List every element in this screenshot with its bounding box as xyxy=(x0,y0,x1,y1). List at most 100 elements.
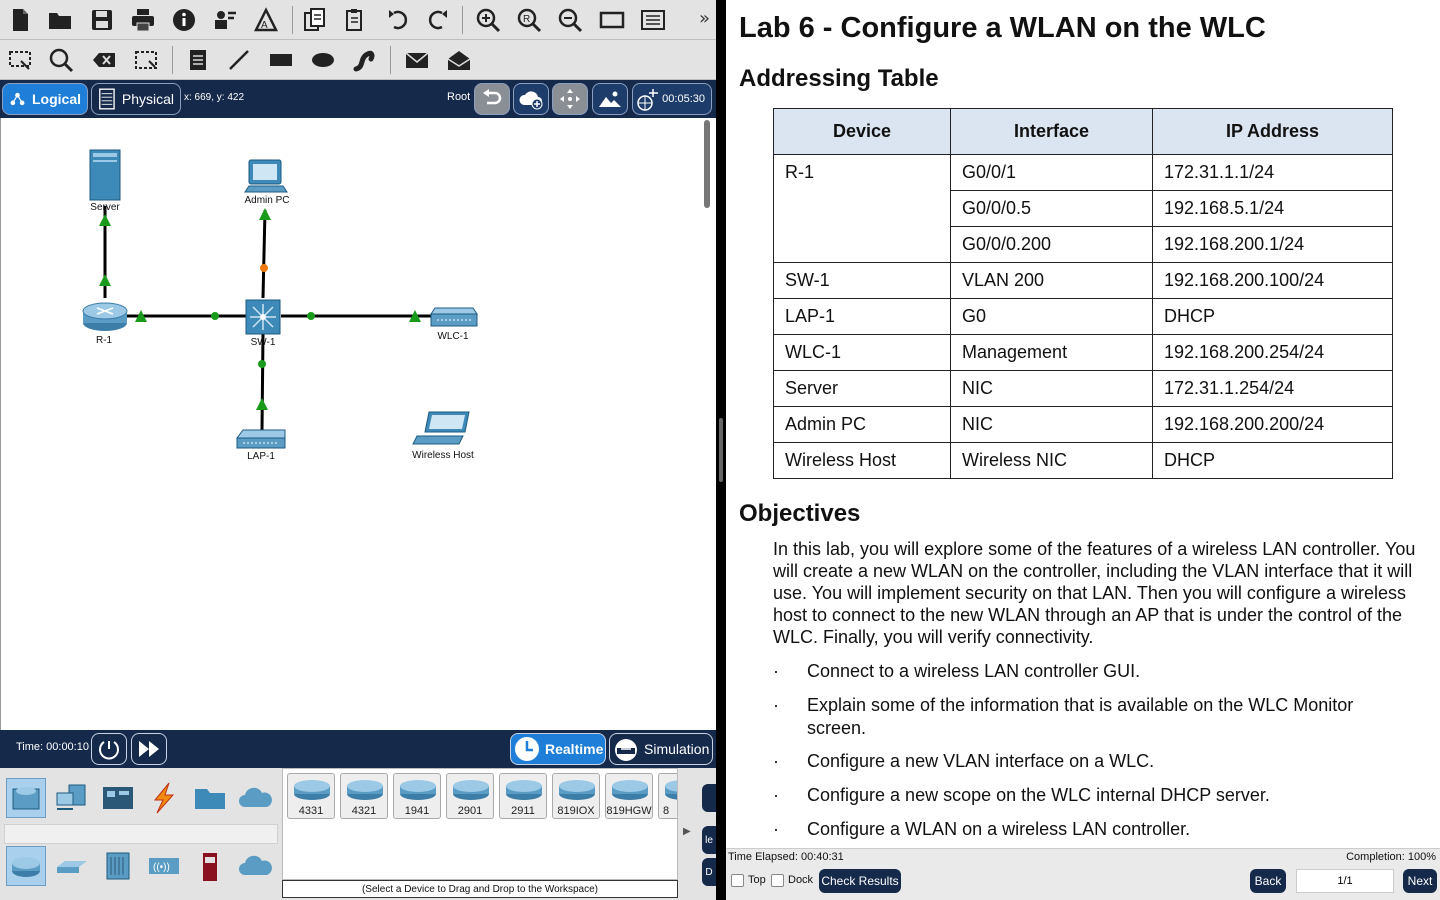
zoom-out-icon[interactable] xyxy=(554,4,586,36)
dock-checkbox[interactable] xyxy=(771,874,784,887)
zoom-in-icon[interactable] xyxy=(472,4,504,36)
drawing-palette-icon[interactable] xyxy=(596,4,628,36)
open-folder-icon[interactable] xyxy=(44,4,76,36)
model-item[interactable]: 2901 xyxy=(446,773,494,819)
back-button[interactable]: Back xyxy=(1250,869,1286,893)
workspace-scrollbar[interactable] xyxy=(704,120,710,208)
server-device-icon[interactable] xyxy=(89,149,121,201)
side-tab[interactable]: le xyxy=(702,826,716,854)
realtime-clock-icon xyxy=(515,737,539,761)
freeform-icon[interactable] xyxy=(348,44,380,76)
interface-cell: G0/0/1 xyxy=(950,154,1153,191)
redo-icon[interactable] xyxy=(422,4,454,36)
model-item[interactable]: 819HGW xyxy=(605,773,653,819)
model-list-scrollbar[interactable]: ▶ xyxy=(680,768,698,900)
mode-bar: Logical Physical x: 669, y: 422 Root 00:… xyxy=(0,80,716,118)
draw-line-icon[interactable] xyxy=(223,44,255,76)
check-results-button[interactable]: Check Results xyxy=(819,869,901,893)
switches-subcategory[interactable] xyxy=(52,846,92,886)
multiuser-category[interactable] xyxy=(236,778,276,818)
access-point-device-icon[interactable] xyxy=(236,429,286,449)
model-item[interactable]: 4321 xyxy=(340,773,388,819)
side-tab[interactable] xyxy=(702,784,716,812)
paste-icon[interactable] xyxy=(340,4,372,36)
side-tab[interactable]: D xyxy=(702,858,716,886)
hubs-subcategory[interactable] xyxy=(98,846,138,886)
connections-category[interactable] xyxy=(144,778,184,818)
place-note-icon[interactable] xyxy=(182,44,214,76)
admin-pc-device-icon[interactable] xyxy=(244,159,288,193)
print-icon[interactable] xyxy=(127,4,159,36)
switch-sw1-device-icon[interactable] xyxy=(245,299,281,335)
miscellaneous-category[interactable] xyxy=(190,778,230,818)
new-cluster-button[interactable] xyxy=(513,83,549,115)
wlc-device-icon[interactable] xyxy=(430,307,478,327)
model-item[interactable]: 2911 xyxy=(499,773,547,819)
realtime-mode-button[interactable]: Realtime xyxy=(510,733,606,765)
model-item[interactable]: 8 xyxy=(658,773,677,819)
draw-ellipse-icon[interactable] xyxy=(307,44,339,76)
logical-workspace[interactable]: Server Admin PC R-1 SW-1 WLC-1 LAP-1 Wir… xyxy=(0,118,716,730)
interface-cell: G0/0/0.5 xyxy=(950,190,1153,227)
power-cycle-button[interactable] xyxy=(91,733,127,765)
set-background-button[interactable] xyxy=(592,83,628,115)
undo-icon[interactable] xyxy=(382,4,414,36)
move-object-button[interactable] xyxy=(552,83,588,115)
select-icon[interactable] xyxy=(4,44,36,76)
bullet-marker: · xyxy=(773,819,779,839)
device-cell: Wireless Host xyxy=(773,442,951,479)
new-file-icon[interactable] xyxy=(4,4,36,36)
back-navigation-button[interactable] xyxy=(474,83,510,115)
top-checkbox[interactable] xyxy=(731,874,744,887)
page-number-field[interactable] xyxy=(1296,869,1394,893)
next-button[interactable]: Next xyxy=(1403,869,1437,893)
resize-shape-icon[interactable] xyxy=(130,44,162,76)
delete-icon[interactable] xyxy=(88,44,120,76)
custom-device-icon[interactable] xyxy=(637,4,669,36)
inspect-icon[interactable] xyxy=(45,44,77,76)
simulation-mode-button[interactable]: Simulation xyxy=(609,733,713,765)
fast-forward-icon xyxy=(139,741,159,757)
zoom-reset-icon[interactable]: R xyxy=(513,4,545,36)
table-row: G0/0/0.200 192.168.200.1/24 xyxy=(773,226,1393,263)
draw-rectangle-icon[interactable] xyxy=(265,44,297,76)
model-item[interactable]: 1941 xyxy=(393,773,441,819)
root-label: Root xyxy=(447,91,471,103)
more-tools-icon[interactable]: » xyxy=(699,8,710,29)
scroll-right-arrow-icon[interactable]: ▶ xyxy=(683,826,691,837)
router-r1-device-icon[interactable] xyxy=(82,302,128,331)
link-sw1-lap1[interactable] xyxy=(260,333,265,431)
addressing-table: Device Interface IP Address R-1 G0/0/1 172… xyxy=(773,108,1393,479)
link-adminpc-sw1[interactable] xyxy=(261,209,267,299)
interface-cell: NIC xyxy=(950,406,1153,443)
bullet-marker: · xyxy=(773,695,779,715)
wireless-devices-subcategory[interactable]: ((•)) xyxy=(144,846,184,886)
simple-pdu-icon[interactable] xyxy=(401,44,433,76)
router-icon xyxy=(12,857,40,877)
model-item[interactable]: 4331 xyxy=(287,773,335,819)
wan-emulation-subcategory[interactable] xyxy=(236,846,276,886)
network-info-icon[interactable] xyxy=(209,4,241,36)
physical-view-button[interactable]: Physical xyxy=(91,83,181,115)
router-model-icon xyxy=(612,780,648,800)
device-model-list: 4331 4321 1941 2901 2911 819IOX 819HGW 8 xyxy=(282,768,678,880)
components-category[interactable] xyxy=(98,778,138,818)
security-subcategory[interactable] xyxy=(190,846,230,886)
end-devices-category[interactable] xyxy=(52,778,92,818)
routers-subcategory[interactable] xyxy=(6,846,46,886)
fast-forward-button[interactable] xyxy=(131,733,167,765)
viewport-clock-button[interactable]: 00:05:30 xyxy=(632,83,712,115)
objective-bullet: · Configure a WLAN on a wireless LAN cont… xyxy=(773,818,1413,841)
copy-icon[interactable] xyxy=(299,4,331,36)
complex-pdu-icon[interactable] xyxy=(443,44,475,76)
logical-view-button[interactable]: Logical xyxy=(2,83,88,115)
network-devices-category[interactable] xyxy=(6,778,46,818)
splitter-grip[interactable] xyxy=(719,418,723,482)
model-item[interactable]: 819IOX xyxy=(552,773,600,819)
activity-wizard-icon[interactable]: A xyxy=(250,4,282,36)
device-label-wlc1: WLC-1 xyxy=(437,331,469,342)
info-icon[interactable] xyxy=(168,4,200,36)
pane-splitter[interactable] xyxy=(716,0,726,900)
save-icon[interactable] xyxy=(86,4,118,36)
wireless-host-laptop-icon[interactable] xyxy=(412,411,470,445)
